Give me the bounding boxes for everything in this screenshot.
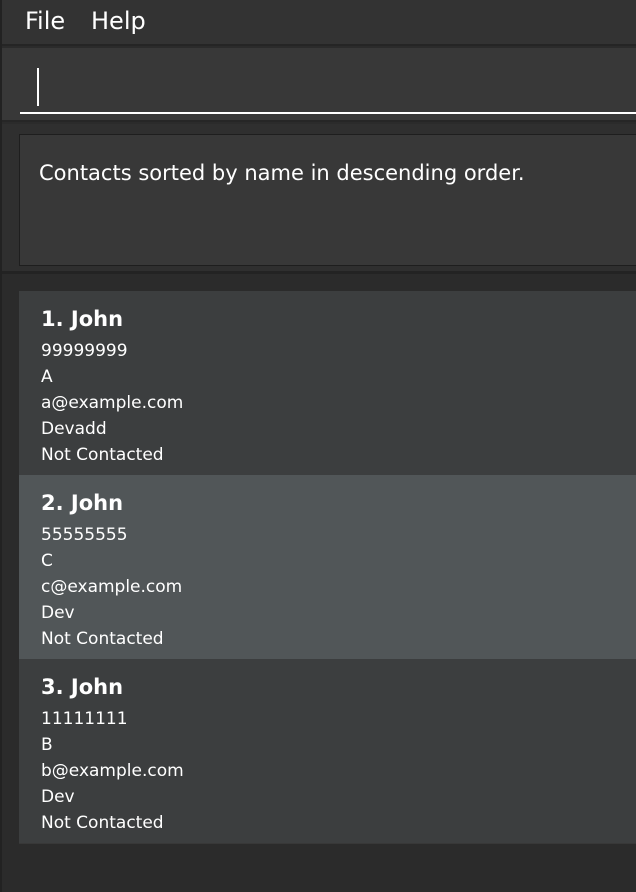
contact-address: A: [41, 367, 53, 387]
contact-role: Dev: [41, 603, 75, 623]
contact-name: 1. John: [41, 307, 124, 331]
contact-address: C: [41, 551, 53, 571]
contact-status: Not Contacted: [41, 629, 164, 649]
text-caret: [37, 68, 39, 106]
contact-phone: 11111111: [41, 709, 128, 729]
result-display-pane: Contacts sorted by name in descending or…: [2, 124, 636, 274]
contact-email: a@example.com: [41, 393, 184, 413]
contact-card-3[interactable]: 3. John 11111111 B b@example.com Dev Not…: [19, 659, 636, 843]
result-display-box: Contacts sorted by name in descending or…: [19, 134, 636, 266]
contact-phone: 55555555: [41, 525, 128, 545]
contact-status: Not Contacted: [41, 445, 164, 465]
contact-list-pane: 1. John 99999999 A a@example.com Devadd …: [2, 277, 636, 892]
contact-role: Dev: [41, 787, 75, 807]
app-window: File Help Contacts sorted by name in des…: [0, 0, 636, 892]
command-box-pane: [2, 48, 636, 122]
contact-name: 3. John: [41, 675, 124, 699]
menu-file[interactable]: File: [25, 6, 65, 36]
contact-list[interactable]: 1. John 99999999 A a@example.com Devadd …: [19, 291, 636, 844]
command-input[interactable]: [20, 60, 636, 114]
menu-bar: File Help: [2, 0, 636, 46]
menu-help[interactable]: Help: [91, 6, 146, 36]
contact-address: B: [41, 735, 53, 755]
contact-card-1[interactable]: 1. John 99999999 A a@example.com Devadd …: [19, 291, 636, 475]
contact-status: Not Contacted: [41, 813, 164, 833]
contact-email: c@example.com: [41, 577, 183, 597]
contact-role: Devadd: [41, 419, 107, 439]
contact-email: b@example.com: [41, 761, 184, 781]
contact-phone: 99999999: [41, 341, 128, 361]
contact-name: 2. John: [41, 491, 124, 515]
contact-card-2[interactable]: 2. John 55555555 C c@example.com Dev Not…: [19, 475, 636, 659]
result-message: Contacts sorted by name in descending or…: [39, 161, 525, 185]
